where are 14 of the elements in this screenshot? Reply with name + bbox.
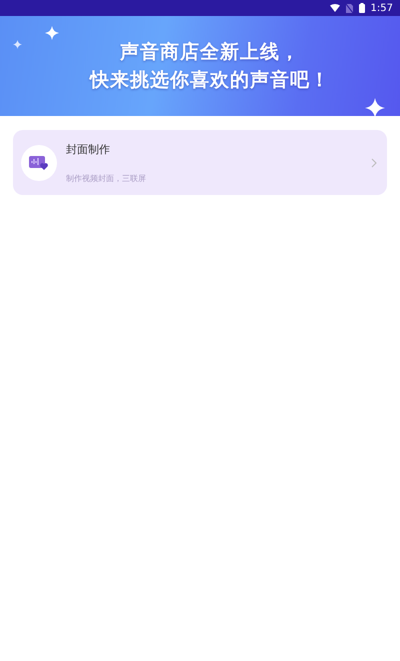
- feature-card[interactable]: 封面制作 制作视频封面，三联屏: [13, 130, 387, 195]
- sparkle-icon: [13, 40, 22, 49]
- sparkle-icon: [365, 98, 385, 116]
- card-subtitle: 制作视频封面，三联屏: [66, 172, 147, 184]
- no-sim-icon: [346, 4, 353, 12]
- status-time: 1:57: [370, 2, 393, 14]
- wifi-icon: [330, 4, 340, 12]
- card-title: 封面制作: [66, 142, 111, 156]
- banner-text: 快来挑选你喜欢的声音吧！: [90, 68, 330, 93]
- battery-icon: [358, 3, 365, 13]
- video-cover-icon: [29, 154, 49, 170]
- chevron-right-icon: [371, 158, 377, 168]
- sparkle-icon: [45, 26, 59, 40]
- banner-text: 声音商店全新上线，: [120, 40, 300, 65]
